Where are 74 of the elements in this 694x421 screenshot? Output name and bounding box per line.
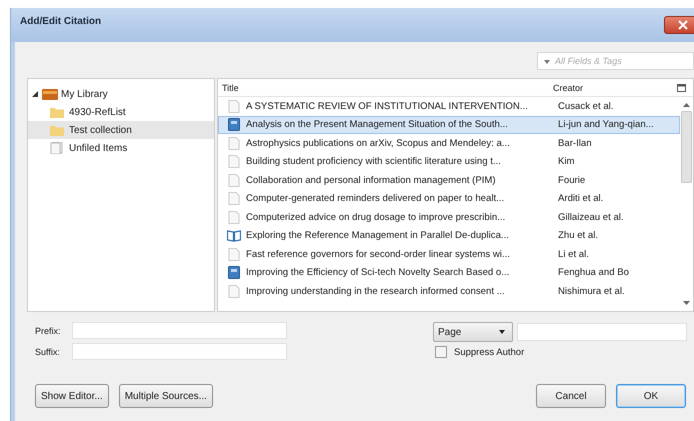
- prefix-field[interactable]: [72, 322, 287, 339]
- folder-icon: [50, 124, 64, 136]
- journal-icon: [227, 118, 241, 132]
- table-row[interactable]: Improving understanding in the research informed consent ... Nishimura et al.: [218, 282, 680, 300]
- document-icon: [227, 248, 241, 261]
- table-row[interactable]: Analysis on the Present Management Situation of the South... Li-jun and Yang-qian...: [218, 116, 680, 134]
- dropdown-arrow-icon[interactable]: [544, 60, 550, 64]
- close-button[interactable]: [664, 16, 694, 34]
- prefix-label: Prefix:: [35, 326, 62, 336]
- locator-dropdown[interactable]: Page: [433, 322, 513, 342]
- document-icon: [227, 136, 241, 150]
- suffix-label: Suffix:: [35, 346, 61, 356]
- document-icon: [227, 192, 241, 206]
- creator-cell-text: Fourie: [558, 174, 586, 186]
- title-cell-text: A SYSTEMATIC REVIEW OF INSTITUTIONAL INTERVENTION...: [246, 100, 529, 112]
- creator-cell-text: Kim: [558, 156, 576, 168]
- locator-field[interactable]: [517, 323, 687, 341]
- column-picker-icon[interactable]: [677, 84, 686, 92]
- suppress-author-checkbox[interactable]: Suppress Author: [435, 346, 687, 358]
- title-cell-text: Astrophysics publications on arXiv, Scopus and Mendeley: a...: [246, 138, 511, 149]
- tree-item[interactable]: Test collection: [28, 121, 214, 139]
- table-row[interactable]: A SYSTEMATIC REVIEW OF INSTITUTIONAL INTERVENTION... Cusack et al.: [218, 97, 680, 116]
- creator-cell-text: Arditi et al.: [558, 193, 604, 204]
- expand-arrow-icon[interactable]: [32, 91, 38, 97]
- tree-item[interactable]: 4930-RefList: [28, 103, 214, 121]
- table-row[interactable]: Fast reference governors for second-order linear systems wi... Li et al.: [218, 245, 680, 264]
- table-row[interactable]: Exploring the Reference Management in Parallel De-duplica... Zhu et al.: [218, 226, 680, 245]
- table-row[interactable]: Improving the Efficiency of Sci-tech Novelty Search Based o... Fenghua and Bo: [218, 264, 680, 282]
- title-cell-text: Computer-generated reminders delivered on paper to healt...: [246, 193, 506, 204]
- window-title: Add/Edit Citation: [20, 16, 102, 27]
- document-icon: [227, 174, 241, 187]
- document-icon: [227, 284, 241, 298]
- document-icon: [227, 155, 241, 168]
- scroll-up-icon[interactable]: [683, 103, 690, 107]
- title-cell-text: Analysis on the Present Management Situation of the South...: [246, 119, 509, 130]
- title-cell-text: Building student proficiency with scientific literature using t...: [246, 156, 502, 168]
- title-cell-text: Exploring the Reference Management in Parallel De-duplica...: [246, 230, 510, 242]
- table-row[interactable]: Collaboration and personal information management (PIM) Fourie: [218, 171, 680, 190]
- creator-cell-text: Gillaizeau et al.: [558, 212, 625, 223]
- title-cell-text: Improving understanding in the research informed consent ...: [246, 286, 506, 297]
- library-icon: [42, 88, 58, 100]
- creator-cell-text: Li et al.: [558, 248, 590, 260]
- suffix-field[interactable]: [72, 343, 287, 360]
- title-cell-text: Computerized advice on drug dosage to improve prescribin...: [246, 212, 506, 223]
- creator-cell-text: Nishimura et al.: [558, 286, 626, 297]
- document-icon: [227, 210, 241, 224]
- creator-cell-text: Bar-Ilan: [558, 138, 593, 149]
- document-icon: [227, 100, 241, 113]
- table-row[interactable]: Building student proficiency with scientific literature using t... Kim: [218, 152, 680, 171]
- dialog-button[interactable]: OK: [616, 384, 686, 408]
- table-row[interactable]: Computerized advice on drug dosage to improve prescribin... Gillaizeau et al.: [218, 208, 680, 226]
- creator-cell-text: Li-jun and Yang-qian...: [558, 119, 655, 130]
- scroll-down-icon[interactable]: [683, 301, 690, 305]
- documents-icon: [50, 142, 64, 154]
- title-cell-text: Fast reference governors for second-order linear systems wi...: [246, 248, 511, 260]
- tree-item[interactable]: My Library: [28, 85, 214, 103]
- creator-cell-text: Zhu et al.: [558, 230, 599, 242]
- creator-cell-text: Fenghua and Bo: [558, 267, 630, 278]
- table-row[interactable]: Astrophysics publications on arXiv, Scopus and Mendeley: a... Bar-Ilan: [218, 134, 680, 152]
- dialog-button[interactable]: Cancel: [536, 384, 606, 408]
- creator-cell-text: Cusack et al.: [558, 100, 614, 112]
- caret-icon: [499, 330, 505, 334]
- table-row[interactable]: Computer-generated reminders delivered on paper to healt... Arditi et al.: [218, 190, 680, 208]
- folder-icon: [50, 106, 64, 118]
- journal-icon: [227, 266, 241, 280]
- column-header[interactable]: Creator: [553, 82, 675, 92]
- dialog-button[interactable]: Show Editor...: [35, 384, 109, 408]
- title-cell-text: Collaboration and personal information management (PIM): [246, 174, 497, 186]
- book-icon: [227, 230, 241, 242]
- tree-item[interactable]: Unfiled Items: [28, 139, 214, 157]
- column-header[interactable]: Title: [222, 82, 553, 92]
- close-icon[interactable]: [677, 20, 689, 30]
- title-cell-text: Improving the Efficiency of Sci-tech Novelty Search Based o...: [246, 267, 510, 278]
- dialog-button[interactable]: Multiple Sources...: [118, 384, 213, 408]
